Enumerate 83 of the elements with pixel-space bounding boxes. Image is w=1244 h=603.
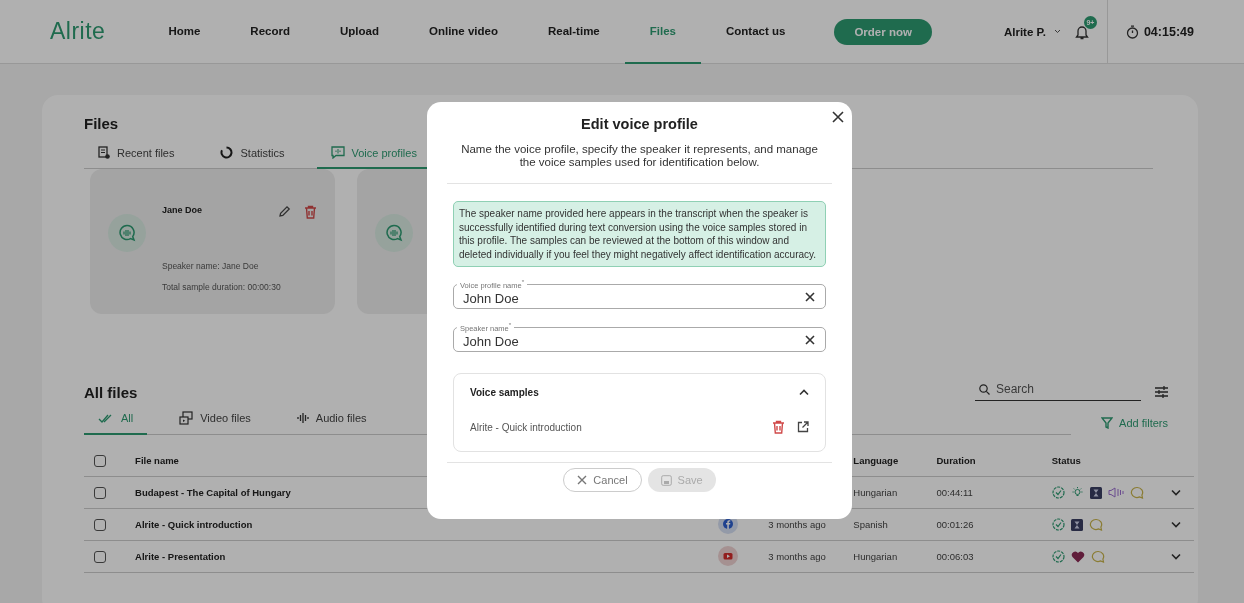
tab[interactable]: Audio files [282, 411, 381, 435]
double-check-icon [98, 413, 114, 423]
file-name[interactable]: Alrite - Quick introduction [135, 519, 253, 530]
clear-icon[interactable] [805, 291, 815, 302]
trash-icon[interactable] [772, 420, 785, 435]
search-field[interactable]: Search [975, 382, 1141, 401]
sliders-icon[interactable] [1155, 385, 1168, 398]
speaker-name: Speaker name: Jane Doe [162, 261, 260, 271]
clear-icon[interactable] [805, 334, 815, 345]
bell-icon[interactable] [1074, 23, 1089, 40]
checkbox[interactable] [94, 486, 106, 499]
external-link-icon[interactable] [797, 421, 809, 434]
column-header: File name [135, 455, 179, 466]
video-files-icon [179, 411, 194, 425]
nav-link[interactable]: Record [225, 0, 315, 64]
checkbox[interactable] [94, 550, 106, 563]
checkbox[interactable] [94, 454, 106, 467]
timer: 04:15:49 [1143, 24, 1194, 39]
section-title: Files [84, 115, 119, 132]
heart-icon [1070, 550, 1085, 563]
file-name[interactable]: Alrite - Presentation [135, 551, 226, 562]
column-header: Language [853, 445, 937, 477]
checkbox[interactable] [94, 518, 106, 531]
caret-icon[interactable] [799, 389, 809, 397]
hourglass-icon [1089, 486, 1102, 499]
tab[interactable]: Recent files [84, 146, 189, 169]
user-name[interactable]: Alrite P. [1003, 25, 1046, 38]
voice-profile-card[interactable]: Jane Doe Speaker name: Jane Doe Total sample duration: 00:00:30 [90, 169, 335, 314]
ring-chart-icon [220, 146, 234, 159]
stopwatch-icon [1125, 24, 1139, 39]
language: Hungarian [853, 476, 937, 509]
close-icon [577, 475, 588, 486]
nav-link[interactable]: Real-time [523, 0, 625, 64]
comment-icon [1129, 486, 1144, 499]
caret-icon[interactable] [1170, 553, 1181, 560]
date: 3 months ago [768, 551, 826, 562]
comment-icon [1088, 518, 1103, 531]
speaker-icon [1107, 487, 1124, 498]
document-icon [98, 146, 110, 159]
cancel-button[interactable]: Cancel [563, 468, 642, 493]
dialog-title: Edit voice profile [580, 116, 699, 132]
caret-icon[interactable] [1170, 521, 1181, 528]
nav-link[interactable]: Home [143, 0, 226, 64]
date: 3 months ago [768, 519, 826, 530]
sound-wave-icon [296, 412, 309, 424]
language: Hungarian [853, 540, 937, 573]
caret-icon[interactable] [1053, 29, 1061, 34]
speech-bubble-icon [118, 224, 136, 242]
section-title: All files [84, 384, 138, 401]
panel-title: Voice samples [470, 387, 539, 399]
duration: 00:44:11 [936, 476, 1052, 509]
nav-link[interactable]: Upload [315, 0, 404, 64]
file-name[interactable]: Budapest - The Capital of Hungary [135, 487, 291, 498]
column-header: Status [1051, 445, 1164, 477]
nav-link[interactable]: Contact us [701, 0, 811, 64]
pencil-icon[interactable] [278, 205, 291, 218]
column-header: Duration [936, 445, 1052, 477]
profile-name: Jane Doe [162, 205, 204, 217]
caret-icon[interactable] [1170, 489, 1181, 496]
search-icon [979, 383, 990, 395]
lightbulb-icon [1070, 486, 1084, 499]
sample-name[interactable]: Alrite - Quick introduction [470, 421, 760, 433]
close-icon[interactable] [832, 111, 844, 123]
sample-duration: Total sample duration: 00:00:30 [162, 282, 282, 292]
info-message: The speaker name provided here appears in the transcript when the speaker is successfully identified during text conversion using the voice samples stored in this profile. The samples can be reviewed at the bottom of this window and deleted individually if you feel they might negatively affect identification accuracy. [453, 201, 826, 268]
filter-icon [1101, 417, 1114, 429]
language: Spanish [853, 508, 937, 541]
check-circle-icon [1051, 550, 1065, 563]
tab[interactable]: Video files [165, 411, 265, 435]
youtube-icon [718, 545, 739, 566]
tab[interactable]: Statistics [206, 146, 299, 169]
search-input[interactable]: Search [996, 382, 1136, 396]
check-circle-icon [1051, 518, 1065, 531]
voice-profile-icon [330, 146, 345, 159]
dialog-description: Name the voice profile, specify the speaker it represents, and manage the voice samples used for identification below. [460, 143, 819, 169]
comment-icon [1090, 550, 1105, 563]
trash-icon[interactable] [304, 205, 317, 219]
check-circle-icon [1051, 486, 1065, 499]
nav-link[interactable]: Online video [403, 0, 523, 64]
hourglass-icon [1070, 518, 1083, 531]
duration: 00:06:03 [936, 540, 1052, 573]
speech-bubble-icon [385, 224, 403, 242]
duration: 00:01:26 [936, 508, 1052, 541]
